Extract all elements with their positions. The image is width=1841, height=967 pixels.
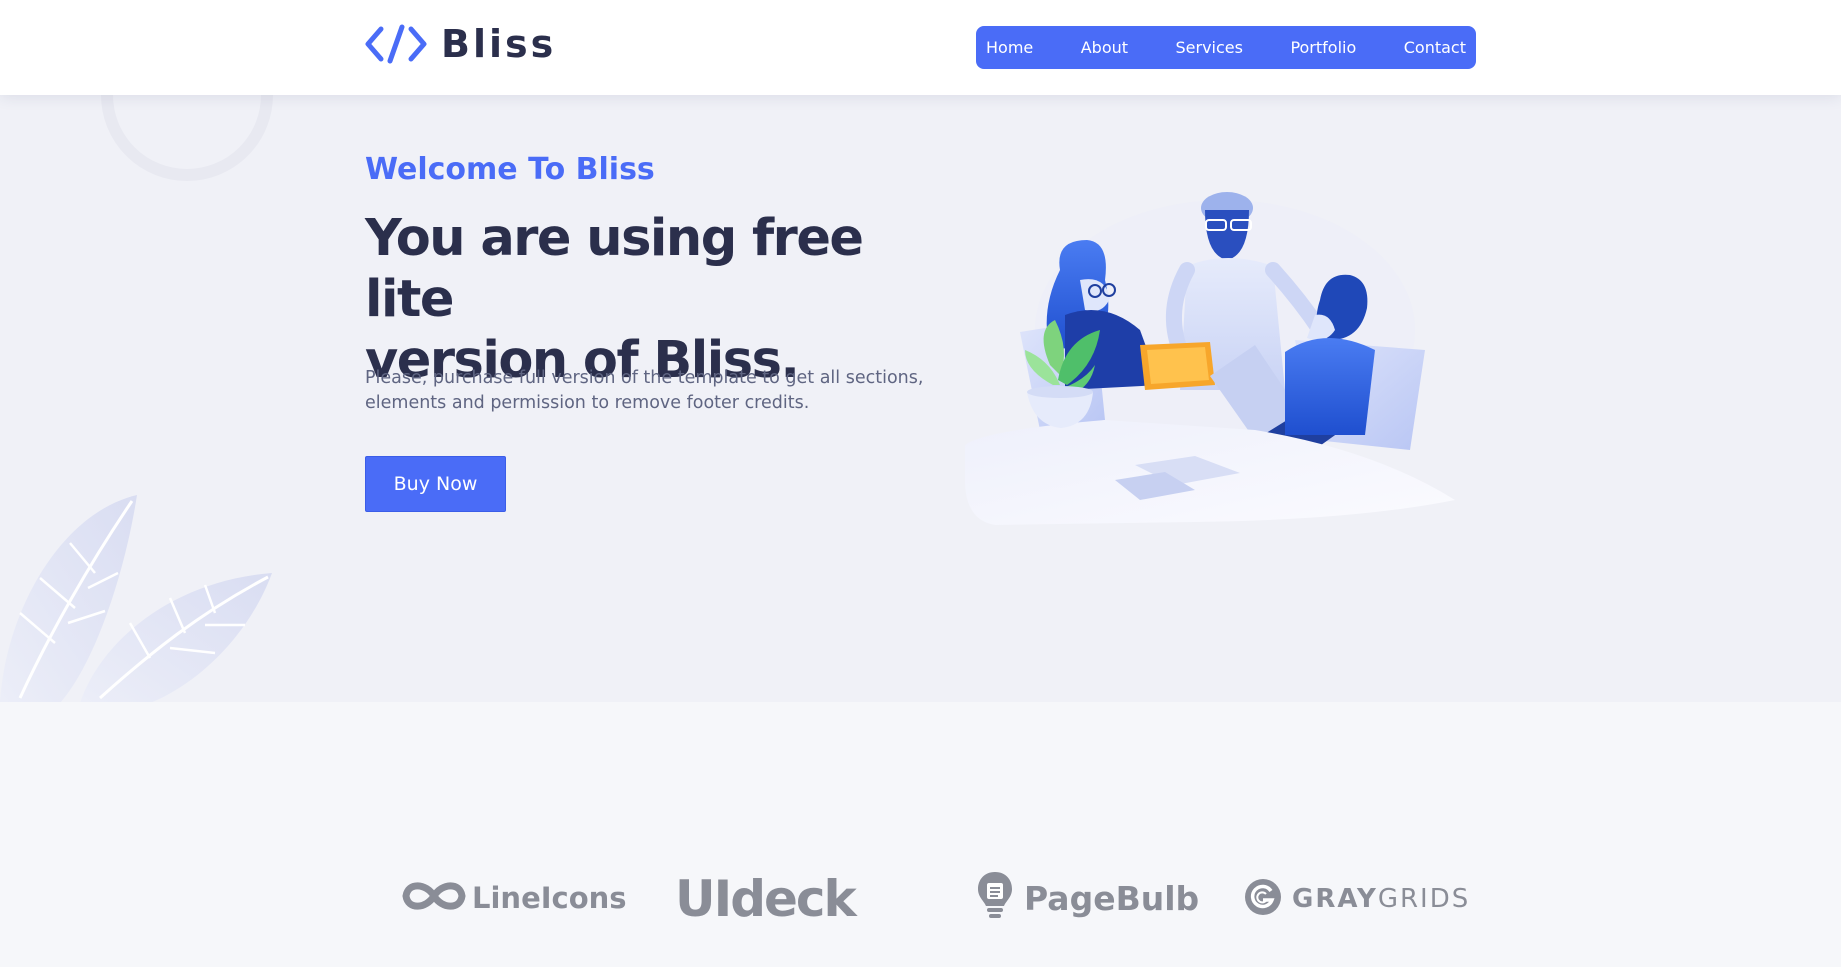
partner-uideck[interactable]: UIdeck (675, 870, 857, 928)
site-logo[interactable]: Bliss (365, 22, 556, 66)
graygrids-gray-text: GRAY (1292, 884, 1378, 914)
hero-description-line-1: Please, purchase full version of the tem… (365, 368, 924, 388)
nav-item-about[interactable]: About (1081, 38, 1128, 57)
main-nav: Home About Services Portfolio Contact (976, 26, 1476, 69)
buy-now-button[interactable]: Buy Now (365, 456, 506, 512)
hero-kicker: Welcome To Bliss (365, 152, 655, 187)
graygrids-g-icon (1244, 878, 1282, 920)
hero-headline-line-1: You are using free lite (365, 209, 864, 329)
hero-headline: You are using free lite version of Bliss… (365, 208, 965, 391)
partner-graygrids[interactable]: GRAYGRIDS (1244, 878, 1470, 920)
lineicons-infinity-icon (398, 878, 470, 918)
hero-description-line-2: elements and permission to remove footer… (365, 393, 810, 413)
brand-name: Bliss (441, 22, 557, 66)
hero-description: Please, purchase full version of the tem… (365, 366, 925, 416)
partner-graygrids-label: GRAYGRIDS (1292, 884, 1470, 914)
nav-item-portfolio[interactable]: Portfolio (1290, 38, 1356, 57)
pagebulb-bulb-icon (976, 870, 1014, 926)
site-header: Bliss Home About Services Portfolio Cont… (0, 0, 1841, 95)
partner-pagebulb-label: PageBulb (1024, 878, 1200, 918)
partner-lineicons-label: LineIcons (472, 881, 627, 915)
nav-item-services[interactable]: Services (1176, 38, 1243, 57)
code-icon (365, 24, 427, 64)
decorative-leaves (0, 495, 272, 702)
nav-item-contact[interactable]: Contact (1404, 38, 1466, 57)
nav-item-home[interactable]: Home (986, 38, 1033, 57)
graygrids-grids-text: GRIDS (1377, 884, 1471, 914)
decorative-ring (101, 95, 273, 181)
partner-lineicons[interactable]: LineIcons (398, 878, 627, 918)
partner-pagebulb[interactable]: PageBulb (976, 870, 1199, 926)
partner-logos: LineIcons UIdeck PageBulb GRAYGRIDS (0, 860, 1841, 940)
partner-uideck-label: UIdeck (675, 870, 857, 928)
